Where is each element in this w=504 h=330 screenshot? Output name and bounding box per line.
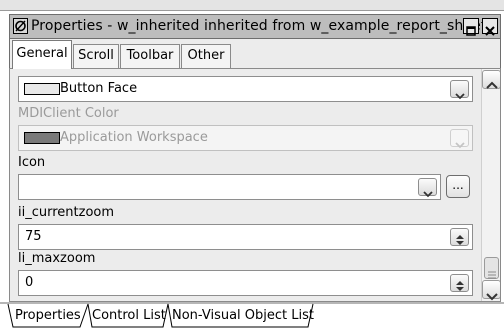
- tab-other[interactable]: Other: [181, 44, 231, 69]
- bottom-tab-strip: Properties Control List Non-Visual Objec…: [0, 302, 504, 330]
- ii-currentzoom-label: ii_currentzoom: [18, 205, 115, 220]
- icon-dropdown[interactable]: [18, 174, 441, 200]
- icon-dropdown-button[interactable]: [418, 178, 437, 198]
- mdiclient-dropdown-button: [450, 129, 469, 149]
- mdiclient-color-dropdown: Application Workspace: [18, 125, 473, 151]
- color-dropdown-button[interactable]: [450, 80, 469, 100]
- top-toolbar-strip: [0, 0, 504, 11]
- grip-icon: [488, 264, 496, 279]
- tab-scroll[interactable]: Scroll: [73, 44, 119, 69]
- chevron-down-icon: [423, 183, 433, 198]
- icon-label: Icon: [18, 155, 46, 170]
- window-title: Properties - w_inherited inherited from …: [31, 18, 487, 34]
- scroll-thumb[interactable]: [484, 257, 499, 279]
- properties-panel: Button Face MDIClient Color Application …: [9, 68, 501, 302]
- color-swatch: [24, 83, 60, 95]
- icon-browse-button[interactable]: ...: [446, 175, 470, 198]
- restore-button[interactable]: [463, 18, 479, 36]
- close-button[interactable]: [482, 18, 498, 36]
- bottom-tab-non-visual-object-list[interactable]: Non-Visual Object List: [172, 306, 314, 326]
- tab-toolbar[interactable]: Toolbar: [120, 44, 180, 69]
- li-maxzoom-value: 0: [25, 275, 34, 290]
- mdiclient-color-value: Application Workspace: [60, 130, 208, 145]
- chevron-up-icon: [486, 75, 498, 89]
- ii-currentzoom-field[interactable]: 75: [18, 224, 473, 250]
- tab-strip: General Scroll Toolbar Other: [9, 39, 501, 69]
- scroll-up-button[interactable]: [482, 70, 500, 89]
- chevron-down-icon: [455, 85, 465, 100]
- vertical-scrollbar[interactable]: [481, 69, 500, 301]
- mdiclient-color-label: MDIClient Color: [18, 106, 119, 121]
- spinner-arrows-icon: [455, 277, 465, 291]
- close-icon: [485, 21, 495, 36]
- scroll-down-button[interactable]: [482, 280, 500, 301]
- li-maxzoom-spinner[interactable]: [450, 274, 469, 292]
- li-maxzoom-field[interactable]: 0: [18, 270, 473, 296]
- restore-icon: [466, 21, 476, 36]
- color-dropdown-value: Button Face: [60, 81, 138, 96]
- ii-currentzoom-spinner[interactable]: [450, 228, 469, 246]
- ii-currentzoom-value: 75: [25, 229, 42, 244]
- tab-general[interactable]: General: [12, 40, 72, 69]
- chevron-down-icon: [455, 134, 465, 149]
- mdiclient-color-swatch: [24, 132, 60, 144]
- title-bar: Properties - w_inherited inherited from …: [9, 14, 501, 39]
- spinner-arrows-icon: [455, 231, 465, 245]
- li-maxzoom-label: li_maxzoom: [18, 251, 96, 266]
- bottom-tab-properties[interactable]: Properties: [15, 306, 81, 326]
- chevron-down-icon: [486, 286, 498, 301]
- properties-window-icon: [13, 18, 28, 34]
- bottom-tab-control-list[interactable]: Control List: [92, 306, 166, 326]
- color-dropdown[interactable]: Button Face: [18, 76, 473, 102]
